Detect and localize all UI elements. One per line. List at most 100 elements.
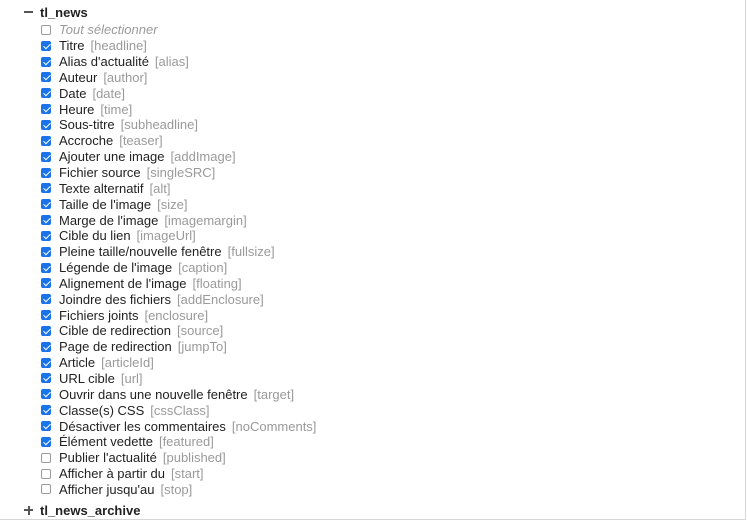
field-checkbox[interactable] [41,373,51,384]
field-row[interactable]: Joindre des fichiers [addEnclosure] [41,291,316,307]
field-label[interactable]: Texte alternatif [59,181,144,196]
field-checkbox[interactable] [41,452,51,463]
field-label[interactable]: Fichiers joints [59,308,138,323]
select-all-row[interactable]: Tout sélectionner [41,22,316,38]
plus-icon[interactable] [24,505,33,515]
field-row[interactable]: Cible du lien [imageUrl] [41,228,316,244]
field-row[interactable]: Afficher à partir du [start] [41,466,316,482]
table-header-tl-news[interactable]: tl_news [24,3,88,21]
field-row[interactable]: Page de redirection [jumpTo] [41,339,316,355]
field-checkbox[interactable] [41,56,51,67]
field-checkbox[interactable] [41,484,51,495]
field-label[interactable]: Publier l'actualité [59,450,157,465]
field-checkbox[interactable] [41,357,51,368]
field-checkbox[interactable] [41,167,51,178]
field-label[interactable]: Cible de redirection [59,323,171,338]
field-label[interactable]: Alignement de l'image [59,276,187,291]
field-row[interactable]: Heure [time] [41,101,316,117]
field-label[interactable]: Article [59,355,95,370]
table-name[interactable]: tl_news [40,5,88,20]
field-checkbox[interactable] [41,325,51,336]
field-label[interactable]: Élément vedette [59,434,153,449]
field-key: [fullsize] [227,244,275,260]
field-row[interactable]: Cible de redirection [source] [41,323,316,339]
field-checkbox[interactable] [41,294,51,305]
field-checkbox[interactable] [41,199,51,210]
field-label[interactable]: Sous-titre [59,117,115,132]
field-label[interactable]: Taille de l'image [59,197,151,212]
field-checkbox[interactable] [41,421,51,432]
field-label[interactable]: Date [59,86,86,101]
field-row[interactable]: Marge de l'image [imagemargin] [41,212,316,228]
field-label[interactable]: Légende de l'image [59,260,172,275]
field-row[interactable]: Élément vedette [featured] [41,434,316,450]
field-checkbox[interactable] [41,262,51,273]
field-label[interactable]: Classe(s) CSS [59,403,144,418]
field-checkbox[interactable] [41,278,51,289]
table-header-tl-news-archive[interactable]: tl_news_archive [24,501,140,519]
field-row[interactable]: Auteur [author] [41,70,316,86]
field-checkbox[interactable] [41,230,51,241]
field-label[interactable]: Marge de l'image [59,213,158,228]
field-row[interactable]: Article [articleId] [41,355,316,371]
field-row[interactable]: Classe(s) CSS [cssClass] [41,402,316,418]
field-key: [enclosure] [144,307,209,323]
field-label[interactable]: Ajouter une image [59,149,165,164]
field-label[interactable]: Désactiver les commentaires [59,419,226,434]
field-label[interactable]: Auteur [59,70,97,85]
field-label[interactable]: Heure [59,102,94,117]
field-label[interactable]: Ouvrir dans une nouvelle fenêtre [59,387,248,402]
field-checkbox[interactable] [41,72,51,83]
select-all-checkbox[interactable] [41,24,51,35]
field-checkbox[interactable] [41,119,51,130]
field-label[interactable]: Afficher à partir du [59,466,165,481]
field-row[interactable]: Alias d'actualité [alias] [41,54,316,70]
field-row[interactable]: Pleine taille/nouvelle fenêtre [fullsize] [41,244,316,260]
field-row[interactable]: Texte alternatif [alt] [41,180,316,196]
field-checkbox[interactable] [41,436,51,447]
field-checkbox[interactable] [41,151,51,162]
field-row[interactable]: Accroche [teaser] [41,133,316,149]
field-label[interactable]: Joindre des fichiers [59,292,171,307]
field-label[interactable]: URL cible [59,371,115,386]
field-row[interactable]: Désactiver les commentaires [noComments] [41,418,316,434]
field-label[interactable]: Alias d'actualité [59,54,149,69]
field-checkbox[interactable] [41,215,51,226]
field-checkbox[interactable] [41,88,51,99]
field-checkbox[interactable] [41,135,51,146]
field-checkbox[interactable] [41,40,51,51]
field-row[interactable]: Date [date] [41,85,316,101]
field-key: [noComments] [231,418,317,434]
field-row[interactable]: Alignement de l'image [floating] [41,276,316,292]
field-row[interactable]: Fichier source [singleSRC] [41,165,316,181]
field-key: [cssClass] [150,402,210,418]
field-checkbox[interactable] [41,389,51,400]
field-label[interactable]: Fichier source [59,165,141,180]
field-row[interactable]: Titre [headline] [41,38,316,54]
field-row[interactable]: Afficher jusqu'au [stop] [41,481,316,497]
field-checkbox[interactable] [41,246,51,257]
field-row[interactable]: Sous-titre [subheadline] [41,117,316,133]
select-all-label[interactable]: Tout sélectionner [59,22,158,37]
field-row[interactable]: Taille de l'image [size] [41,196,316,212]
field-checkbox[interactable] [41,468,51,479]
field-row[interactable]: URL cible [url] [41,371,316,387]
field-checkbox[interactable] [41,183,51,194]
field-checkbox[interactable] [41,104,51,115]
field-checkbox[interactable] [41,310,51,321]
field-checkbox[interactable] [41,341,51,352]
field-row[interactable]: Fichiers joints [enclosure] [41,307,316,323]
field-row[interactable]: Ouvrir dans une nouvelle fenêtre [target] [41,386,316,402]
field-label[interactable]: Page de redirection [59,339,172,354]
field-label[interactable]: Pleine taille/nouvelle fenêtre [59,244,222,259]
field-row[interactable]: Publier l'actualité [published] [41,450,316,466]
field-label[interactable]: Afficher jusqu'au [59,482,154,497]
field-row[interactable]: Légende de l'image [caption] [41,260,316,276]
field-checkbox[interactable] [41,405,51,416]
field-label[interactable]: Titre [59,38,85,53]
minus-icon[interactable] [24,8,33,17]
field-label[interactable]: Accroche [59,133,113,148]
table-name[interactable]: tl_news_archive [40,503,140,518]
field-row[interactable]: Ajouter une image [addImage] [41,149,316,165]
field-label[interactable]: Cible du lien [59,228,131,243]
